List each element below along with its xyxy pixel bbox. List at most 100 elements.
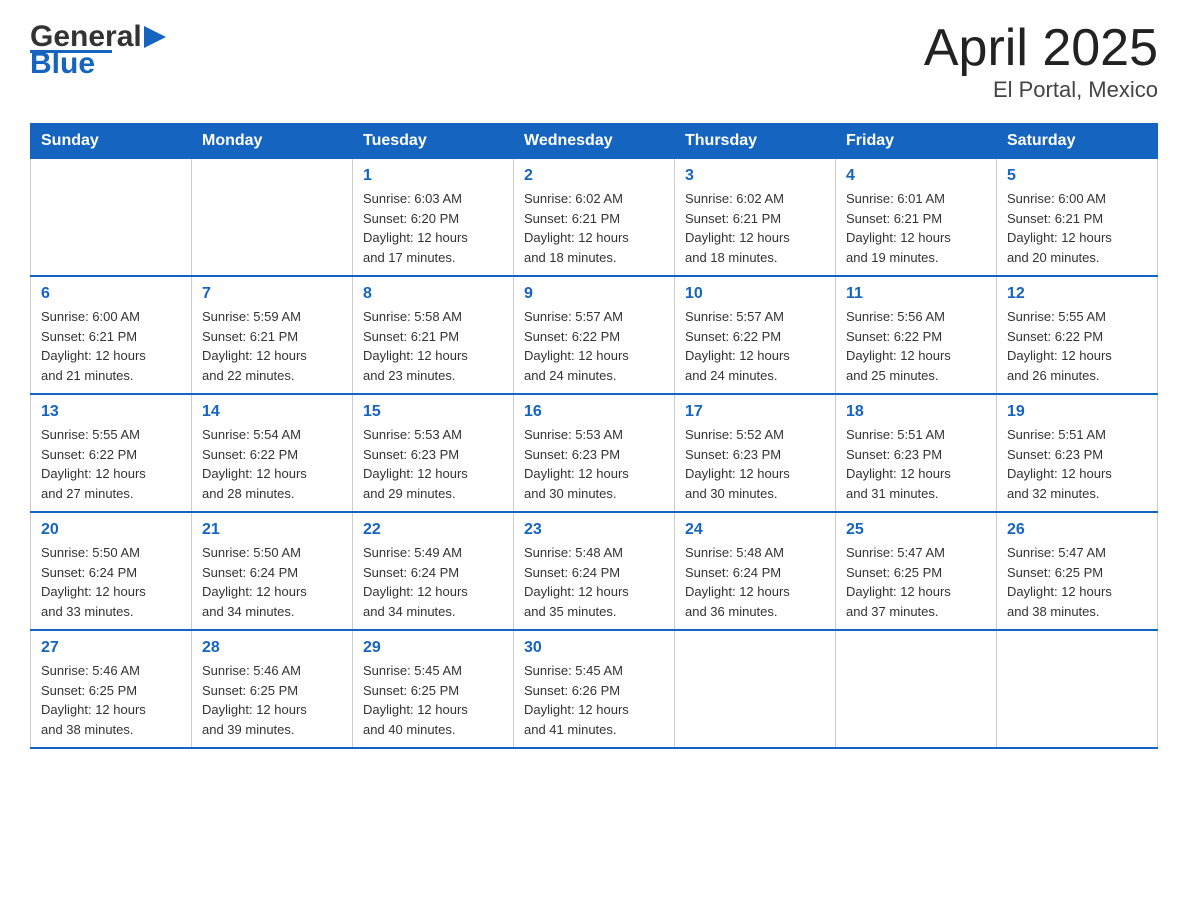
calendar-cell: 8 Sunrise: 5:58 AM Sunset: 6:21 PM Daylig… bbox=[353, 276, 514, 394]
calendar-cell: 30 Sunrise: 5:45 AM Sunset: 6:26 PM Dayli… bbox=[514, 630, 675, 748]
page-header: General Blue April 2025 El Portal, Mexic… bbox=[30, 20, 1158, 103]
day-info: Sunrise: 5:54 AM Sunset: 6:22 PM Dayligh… bbox=[202, 425, 342, 503]
logo-arrow-icon bbox=[144, 26, 166, 48]
day-info: Sunrise: 5:51 AM Sunset: 6:23 PM Dayligh… bbox=[1007, 425, 1147, 503]
day-info: Sunrise: 5:47 AM Sunset: 6:25 PM Dayligh… bbox=[1007, 543, 1147, 621]
day-info: Sunrise: 6:02 AM Sunset: 6:21 PM Dayligh… bbox=[524, 189, 664, 267]
day-number: 9 bbox=[524, 285, 664, 303]
day-number: 4 bbox=[846, 167, 986, 185]
day-info: Sunrise: 6:02 AM Sunset: 6:21 PM Dayligh… bbox=[685, 189, 825, 267]
day-number: 23 bbox=[524, 521, 664, 539]
day-number: 26 bbox=[1007, 521, 1147, 539]
day-number: 30 bbox=[524, 639, 664, 657]
day-number: 24 bbox=[685, 521, 825, 539]
calendar-cell: 13Sunrise: 5:55 AM Sunset: 6:22 PM Dayli… bbox=[31, 394, 192, 512]
calendar-cell: 1 Sunrise: 6:03 AM Sunset: 6:20 PM Daylig… bbox=[353, 159, 514, 277]
day-info: Sunrise: 5:59 AM Sunset: 6:21 PM Dayligh… bbox=[202, 307, 342, 385]
day-info: Sunrise: 5:45 AM Sunset: 6:26 PM Dayligh… bbox=[524, 661, 664, 739]
day-number: 5 bbox=[1007, 167, 1147, 185]
calendar-cell bbox=[836, 630, 997, 748]
day-number: 27 bbox=[41, 639, 181, 657]
calendar-cell: 21 Sunrise: 5:50 AM Sunset: 6:24 PM Dayli… bbox=[192, 512, 353, 630]
day-number: 16 bbox=[524, 403, 664, 421]
day-number: 6 bbox=[41, 285, 181, 303]
calendar-cell: 25 Sunrise: 5:47 AM Sunset: 6:25 PM Dayli… bbox=[836, 512, 997, 630]
logo: General Blue bbox=[30, 20, 166, 81]
calendar-cell: 16 Sunrise: 5:53 AM Sunset: 6:23 PM Dayli… bbox=[514, 394, 675, 512]
calendar-cell: 6 Sunrise: 6:00 AM Sunset: 6:21 PM Daylig… bbox=[31, 276, 192, 394]
calendar-cell: 17Sunrise: 5:52 AM Sunset: 6:23 PM Dayli… bbox=[675, 394, 836, 512]
calendar-cell: 7 Sunrise: 5:59 AM Sunset: 6:21 PM Daylig… bbox=[192, 276, 353, 394]
calendar-cell: 2Sunrise: 6:02 AM Sunset: 6:21 PM Daylig… bbox=[514, 159, 675, 277]
calendar-cell: 22 Sunrise: 5:49 AM Sunset: 6:24 PM Dayli… bbox=[353, 512, 514, 630]
day-number: 10 bbox=[685, 285, 825, 303]
calendar-cell: 11 Sunrise: 5:56 AM Sunset: 6:22 PM Dayli… bbox=[836, 276, 997, 394]
day-number: 25 bbox=[846, 521, 986, 539]
calendar-cell: 20 Sunrise: 5:50 AM Sunset: 6:24 PM Dayli… bbox=[31, 512, 192, 630]
day-info: Sunrise: 5:50 AM Sunset: 6:24 PM Dayligh… bbox=[41, 543, 181, 621]
day-info: Sunrise: 5:48 AM Sunset: 6:24 PM Dayligh… bbox=[685, 543, 825, 621]
day-number: 22 bbox=[363, 521, 503, 539]
day-info: Sunrise: 5:47 AM Sunset: 6:25 PM Dayligh… bbox=[846, 543, 986, 621]
day-number: 8 bbox=[363, 285, 503, 303]
calendar-cell: 18 Sunrise: 5:51 AM Sunset: 6:23 PM Dayli… bbox=[836, 394, 997, 512]
day-info: Sunrise: 6:01 AM Sunset: 6:21 PM Dayligh… bbox=[846, 189, 986, 267]
calendar-cell: 5 Sunrise: 6:00 AM Sunset: 6:21 PM Daylig… bbox=[997, 159, 1158, 277]
day-number: 7 bbox=[202, 285, 342, 303]
calendar-cell: 4 Sunrise: 6:01 AM Sunset: 6:21 PM Daylig… bbox=[836, 159, 997, 277]
logo-blue-text: Blue bbox=[30, 47, 95, 81]
day-number: 1 bbox=[363, 167, 503, 185]
calendar-cell: 27 Sunrise: 5:46 AM Sunset: 6:25 PM Dayli… bbox=[31, 630, 192, 748]
day-info: Sunrise: 5:48 AM Sunset: 6:24 PM Dayligh… bbox=[524, 543, 664, 621]
day-info: Sunrise: 5:49 AM Sunset: 6:24 PM Dayligh… bbox=[363, 543, 503, 621]
day-number: 29 bbox=[363, 639, 503, 657]
day-info: Sunrise: 5:53 AM Sunset: 6:23 PM Dayligh… bbox=[524, 425, 664, 503]
calendar-cell: 9 Sunrise: 5:57 AM Sunset: 6:22 PM Daylig… bbox=[514, 276, 675, 394]
day-info: Sunrise: 5:51 AM Sunset: 6:23 PM Dayligh… bbox=[846, 425, 986, 503]
calendar-cell: 10 Sunrise: 5:57 AM Sunset: 6:22 PM Dayli… bbox=[675, 276, 836, 394]
day-number: 20 bbox=[41, 521, 181, 539]
day-number: 18 bbox=[846, 403, 986, 421]
calendar-cell: 15Sunrise: 5:53 AM Sunset: 6:23 PM Dayli… bbox=[353, 394, 514, 512]
day-info: Sunrise: 6:00 AM Sunset: 6:21 PM Dayligh… bbox=[41, 307, 181, 385]
calendar-cell bbox=[31, 159, 192, 277]
calendar-subtitle: El Portal, Mexico bbox=[924, 77, 1158, 103]
day-number: 28 bbox=[202, 639, 342, 657]
header-saturday: Saturday bbox=[997, 124, 1158, 159]
calendar-cell bbox=[192, 159, 353, 277]
calendar-week-3: 13Sunrise: 5:55 AM Sunset: 6:22 PM Dayli… bbox=[31, 394, 1158, 512]
calendar-title: April 2025 bbox=[924, 20, 1158, 77]
day-info: Sunrise: 5:57 AM Sunset: 6:22 PM Dayligh… bbox=[685, 307, 825, 385]
day-info: Sunrise: 5:46 AM Sunset: 6:25 PM Dayligh… bbox=[41, 661, 181, 739]
day-info: Sunrise: 5:56 AM Sunset: 6:22 PM Dayligh… bbox=[846, 307, 986, 385]
day-info: Sunrise: 6:03 AM Sunset: 6:20 PM Dayligh… bbox=[363, 189, 503, 267]
calendar-week-4: 20 Sunrise: 5:50 AM Sunset: 6:24 PM Dayli… bbox=[31, 512, 1158, 630]
calendar-cell bbox=[675, 630, 836, 748]
calendar-week-5: 27 Sunrise: 5:46 AM Sunset: 6:25 PM Dayli… bbox=[31, 630, 1158, 748]
day-info: Sunrise: 5:45 AM Sunset: 6:25 PM Dayligh… bbox=[363, 661, 503, 739]
day-number: 12 bbox=[1007, 285, 1147, 303]
calendar-cell: 3 Sunrise: 6:02 AM Sunset: 6:21 PM Daylig… bbox=[675, 159, 836, 277]
day-info: Sunrise: 5:50 AM Sunset: 6:24 PM Dayligh… bbox=[202, 543, 342, 621]
day-info: Sunrise: 5:53 AM Sunset: 6:23 PM Dayligh… bbox=[363, 425, 503, 503]
header-friday: Friday bbox=[836, 124, 997, 159]
day-number: 3 bbox=[685, 167, 825, 185]
calendar-cell bbox=[997, 630, 1158, 748]
header-thursday: Thursday bbox=[675, 124, 836, 159]
header-sunday: Sunday bbox=[31, 124, 192, 159]
calendar-cell: 29 Sunrise: 5:45 AM Sunset: 6:25 PM Dayli… bbox=[353, 630, 514, 748]
day-number: 21 bbox=[202, 521, 342, 539]
day-number: 14 bbox=[202, 403, 342, 421]
day-info: Sunrise: 5:57 AM Sunset: 6:22 PM Dayligh… bbox=[524, 307, 664, 385]
header-wednesday: Wednesday bbox=[514, 124, 675, 159]
calendar-cell: 19 Sunrise: 5:51 AM Sunset: 6:23 PM Dayli… bbox=[997, 394, 1158, 512]
calendar-cell: 12Sunrise: 5:55 AM Sunset: 6:22 PM Dayli… bbox=[997, 276, 1158, 394]
day-info: Sunrise: 6:00 AM Sunset: 6:21 PM Dayligh… bbox=[1007, 189, 1147, 267]
day-info: Sunrise: 5:58 AM Sunset: 6:21 PM Dayligh… bbox=[363, 307, 503, 385]
day-number: 17 bbox=[685, 403, 825, 421]
calendar-header-row: Sunday Monday Tuesday Wednesday Thursday… bbox=[31, 124, 1158, 159]
calendar-cell: 28Sunrise: 5:46 AM Sunset: 6:25 PM Dayli… bbox=[192, 630, 353, 748]
calendar-cell: 26 Sunrise: 5:47 AM Sunset: 6:25 PM Dayli… bbox=[997, 512, 1158, 630]
day-number: 11 bbox=[846, 285, 986, 303]
day-number: 19 bbox=[1007, 403, 1147, 421]
